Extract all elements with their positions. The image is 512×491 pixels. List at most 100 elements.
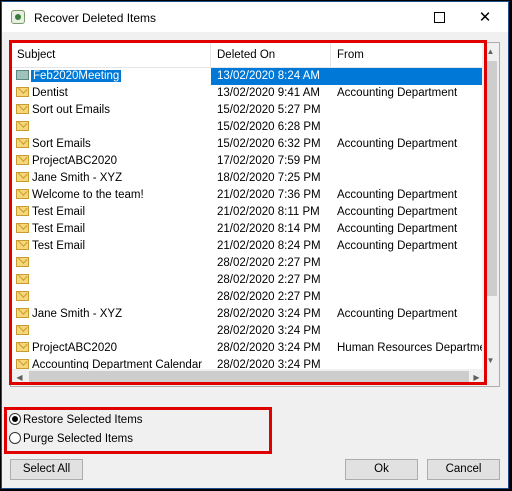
cell-deleted-on: 21/02/2020 8:11 PM (217, 206, 320, 218)
cell-from (331, 68, 485, 85)
deleted-items-list[interactable]: Subject Deleted On From Feb2020Meeting 13… (10, 42, 500, 387)
cell-from: Accounting Department (337, 308, 458, 320)
envelope-icon (16, 290, 29, 301)
cell-subject: Jane Smith - XYZ (11, 306, 217, 323)
cell-deleted-on: 18/02/2020 7:25 PM (217, 172, 321, 184)
cell-from: Accounting Department (337, 189, 458, 201)
table-row[interactable]: 28/02/2020 3:24 PM (11, 323, 485, 340)
cancel-button[interactable]: Cancel (427, 459, 500, 480)
window-title: Recover Deleted Items (34, 11, 157, 25)
subject-text: Test Email (32, 206, 86, 218)
table-row[interactable]: Test Email 21/02/2020 8:11 PM Accounting D… (11, 204, 485, 221)
envelope-icon (16, 256, 29, 267)
purge-option[interactable]: Purge Selected Items (9, 430, 133, 448)
close-button[interactable]: ✕ (462, 2, 508, 32)
envelope-icon (16, 307, 29, 318)
cell-deleted-on: 17/02/2020 7:59 PM (217, 155, 321, 167)
cell-subject: Feb2020Meeting (11, 68, 217, 85)
restore-radio[interactable] (9, 412, 21, 425)
table-row[interactable]: ProjectABC2020 17/02/2020 7:59 PM (11, 153, 485, 170)
table-row[interactable]: Test Email 21/02/2020 8:24 PM Accounting D… (11, 238, 485, 255)
subject-text: Jane Smith - XYZ (32, 308, 123, 320)
table-row[interactable]: ProjectABC2020 28/02/2020 3:24 PM Human Re… (11, 340, 485, 357)
scroll-down-icon[interactable]: ▼ (482, 352, 499, 369)
horizontal-scroll-thumb[interactable] (29, 371, 469, 384)
table-row[interactable]: Sort Emails 15/02/2020 6:32 PM Accounting … (11, 136, 485, 153)
table-row[interactable]: Welcome to the team! 21/02/2020 7:36 PM Ac… (11, 187, 485, 204)
cell-subject (11, 289, 217, 306)
select-all-button[interactable]: Select All (10, 459, 83, 480)
cell-subject (11, 119, 217, 136)
envelope-icon (16, 137, 29, 148)
cell-subject: Test Email (11, 204, 217, 221)
restore-option[interactable]: Restore Selected Items (9, 411, 143, 429)
table-row[interactable]: Dentist 13/02/2020 9:41 AM Accounting Depa… (11, 85, 485, 102)
list-rows: Feb2020Meeting 13/02/2020 8:24 AM Dentist 1… (11, 68, 485, 386)
cell-subject: ProjectABC2020 (11, 153, 217, 170)
meeting-icon (16, 69, 29, 80)
cell-from: Accounting Department (337, 206, 458, 218)
cell-from (331, 255, 485, 272)
cell-from (331, 170, 485, 187)
subject-text: Dentist (32, 87, 68, 99)
scroll-left-icon[interactable]: ◀ (11, 369, 28, 386)
subject-text: ProjectABC2020 (32, 342, 118, 354)
ok-button[interactable]: Ok (345, 459, 418, 480)
cell-from (331, 323, 485, 340)
cell-from: Accounting Department (337, 240, 458, 252)
envelope-icon (16, 205, 29, 216)
cell-deleted-on: 15/02/2020 6:28 PM (217, 121, 321, 133)
table-row[interactable]: Jane Smith - XYZ 28/02/2020 3:24 PM Accoun… (11, 306, 485, 323)
cell-from (331, 289, 485, 306)
subject-text: Test Email (32, 223, 86, 235)
cell-deleted-on: 28/02/2020 3:24 PM (217, 325, 321, 337)
table-row[interactable]: 28/02/2020 2:27 PM (11, 272, 485, 289)
envelope-icon (16, 86, 29, 97)
column-header-deleted-on[interactable]: Deleted On (211, 43, 331, 67)
cell-subject: Jane Smith - XYZ (11, 170, 217, 187)
table-row[interactable]: 28/02/2020 2:27 PM (11, 289, 485, 306)
envelope-icon (16, 273, 29, 284)
vertical-scrollbar[interactable]: ▲ ▼ (482, 43, 499, 369)
cell-deleted-on: 15/02/2020 5:27 PM (217, 104, 321, 116)
table-row[interactable]: Feb2020Meeting 13/02/2020 8:24 AM (11, 68, 485, 85)
vertical-scroll-thumb[interactable] (484, 61, 497, 296)
cell-deleted-on: 15/02/2020 6:32 PM (217, 138, 321, 150)
cell-deleted-on: 21/02/2020 8:14 PM (217, 223, 321, 235)
table-row[interactable]: Jane Smith - XYZ 18/02/2020 7:25 PM (11, 170, 485, 187)
table-row[interactable]: Sort out Emails 15/02/2020 5:27 PM (11, 102, 485, 119)
table-row[interactable]: 15/02/2020 6:28 PM (11, 119, 485, 136)
scrollbar-corner (482, 369, 499, 386)
envelope-icon (16, 171, 29, 182)
cell-subject: Sort out Emails (11, 102, 217, 119)
cell-deleted-on: 28/02/2020 2:27 PM (217, 291, 321, 303)
scroll-up-icon[interactable]: ▲ (482, 43, 499, 60)
cell-deleted-on: 28/02/2020 2:27 PM (217, 257, 321, 269)
cell-deleted-on: 28/02/2020 3:24 PM (217, 308, 321, 320)
purge-radio[interactable] (9, 431, 21, 444)
cell-subject: Test Email (11, 238, 217, 255)
subject-text: Sort out Emails (32, 104, 110, 116)
cell-subject: ProjectABC2020 (11, 340, 217, 357)
horizontal-scrollbar[interactable]: ◀ ▶ (11, 369, 485, 386)
cell-from (331, 102, 485, 119)
envelope-icon (16, 222, 29, 233)
cell-from: Accounting Department (337, 223, 458, 235)
cell-deleted-on: 28/02/2020 2:27 PM (217, 274, 321, 286)
subject-text: Welcome to the team! (32, 189, 144, 201)
envelope-icon (16, 358, 29, 369)
cell-deleted-on: 28/02/2020 3:24 PM (217, 342, 321, 354)
column-header-subject[interactable]: Subject (11, 43, 211, 67)
cell-deleted-on: 13/02/2020 9:41 AM (217, 87, 320, 99)
cell-subject: Test Email (11, 221, 217, 238)
recover-app-icon (11, 10, 25, 24)
maximize-button[interactable] (416, 2, 462, 32)
column-header-from[interactable]: From (331, 43, 485, 67)
table-row[interactable]: Test Email 21/02/2020 8:14 PM Accounting D… (11, 221, 485, 238)
envelope-icon (16, 324, 29, 335)
list-header: Subject Deleted On From (11, 43, 485, 68)
cell-subject (11, 323, 217, 340)
table-row[interactable]: 28/02/2020 2:27 PM (11, 255, 485, 272)
subject-text: Test Email (32, 240, 86, 252)
cell-from (331, 119, 485, 136)
